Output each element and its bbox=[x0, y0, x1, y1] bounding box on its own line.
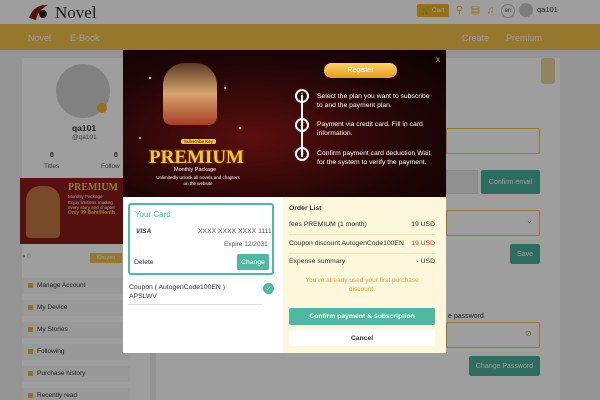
coupon-underline bbox=[128, 304, 262, 305]
order-line-value: - USD bbox=[416, 258, 435, 265]
premium-title: PREMIUM bbox=[149, 147, 244, 168]
cancel-button[interactable]: Cancel bbox=[289, 330, 435, 346]
subscribe-key-badge: Subscribe Key bbox=[181, 139, 217, 144]
your-card-title: Your Card bbox=[135, 210, 171, 219]
register-button[interactable]: Register bbox=[324, 63, 397, 78]
step-1-marker: 1 bbox=[295, 89, 309, 103]
unlimited-description: Unlimitedly unlock all novels and chapte… bbox=[156, 175, 240, 186]
card-expiry: Expire 12/2031 bbox=[224, 241, 268, 248]
coupon-code: APSLWV bbox=[129, 293, 157, 300]
character-illustration bbox=[163, 63, 217, 125]
step-3-text: Confirm payment card deduction Wait for … bbox=[317, 150, 431, 166]
order-line-summary: Expense summary - USD bbox=[289, 258, 435, 265]
order-line-label: Coupon discount AutogenCode100EN bbox=[289, 240, 404, 247]
order-line-value: 19 USD bbox=[411, 221, 435, 228]
confirm-payment-button[interactable]: Confirm payment & subscription bbox=[289, 308, 435, 325]
order-line-value: 19 USD bbox=[411, 240, 435, 247]
order-line-label: Expense summary bbox=[289, 258, 346, 265]
step-2-marker: 2 bbox=[295, 118, 309, 132]
step-1-text: Select the plan you want to subscribe to… bbox=[317, 93, 430, 109]
coupon-label: Coupon ( AutogenCode100EN ) bbox=[129, 284, 225, 291]
order-line-coupon: Coupon discount AutogenCode100EN 19 USD bbox=[289, 240, 435, 247]
step-3-marker: 3 bbox=[295, 147, 309, 161]
check-icon: ✓ bbox=[263, 283, 274, 294]
step-2-text: Payment via credit card. Fill in card in… bbox=[317, 121, 423, 137]
divider bbox=[289, 234, 435, 235]
delete-card-link[interactable]: Delete bbox=[134, 259, 154, 266]
divider bbox=[289, 253, 435, 254]
close-icon[interactable]: x bbox=[436, 55, 440, 64]
change-card-button[interactable]: Change bbox=[237, 254, 269, 270]
card-number: XXXX XXXX XXXX 1111 bbox=[198, 228, 272, 235]
monthly-package-label: Monthly Package bbox=[174, 167, 217, 173]
visa-icon: VISA bbox=[136, 228, 152, 235]
coupon-field[interactable]: Coupon ( AutogenCode100EN ) APSLWV bbox=[129, 283, 263, 301]
order-line-fees: fees PREMIUM (1 month) 19 USD bbox=[289, 221, 435, 228]
order-list-title: Order List bbox=[289, 205, 322, 212]
order-line-label: fees PREMIUM (1 month) bbox=[289, 221, 367, 228]
discount-used-notice: You've already used your first purchase … bbox=[305, 277, 419, 293]
